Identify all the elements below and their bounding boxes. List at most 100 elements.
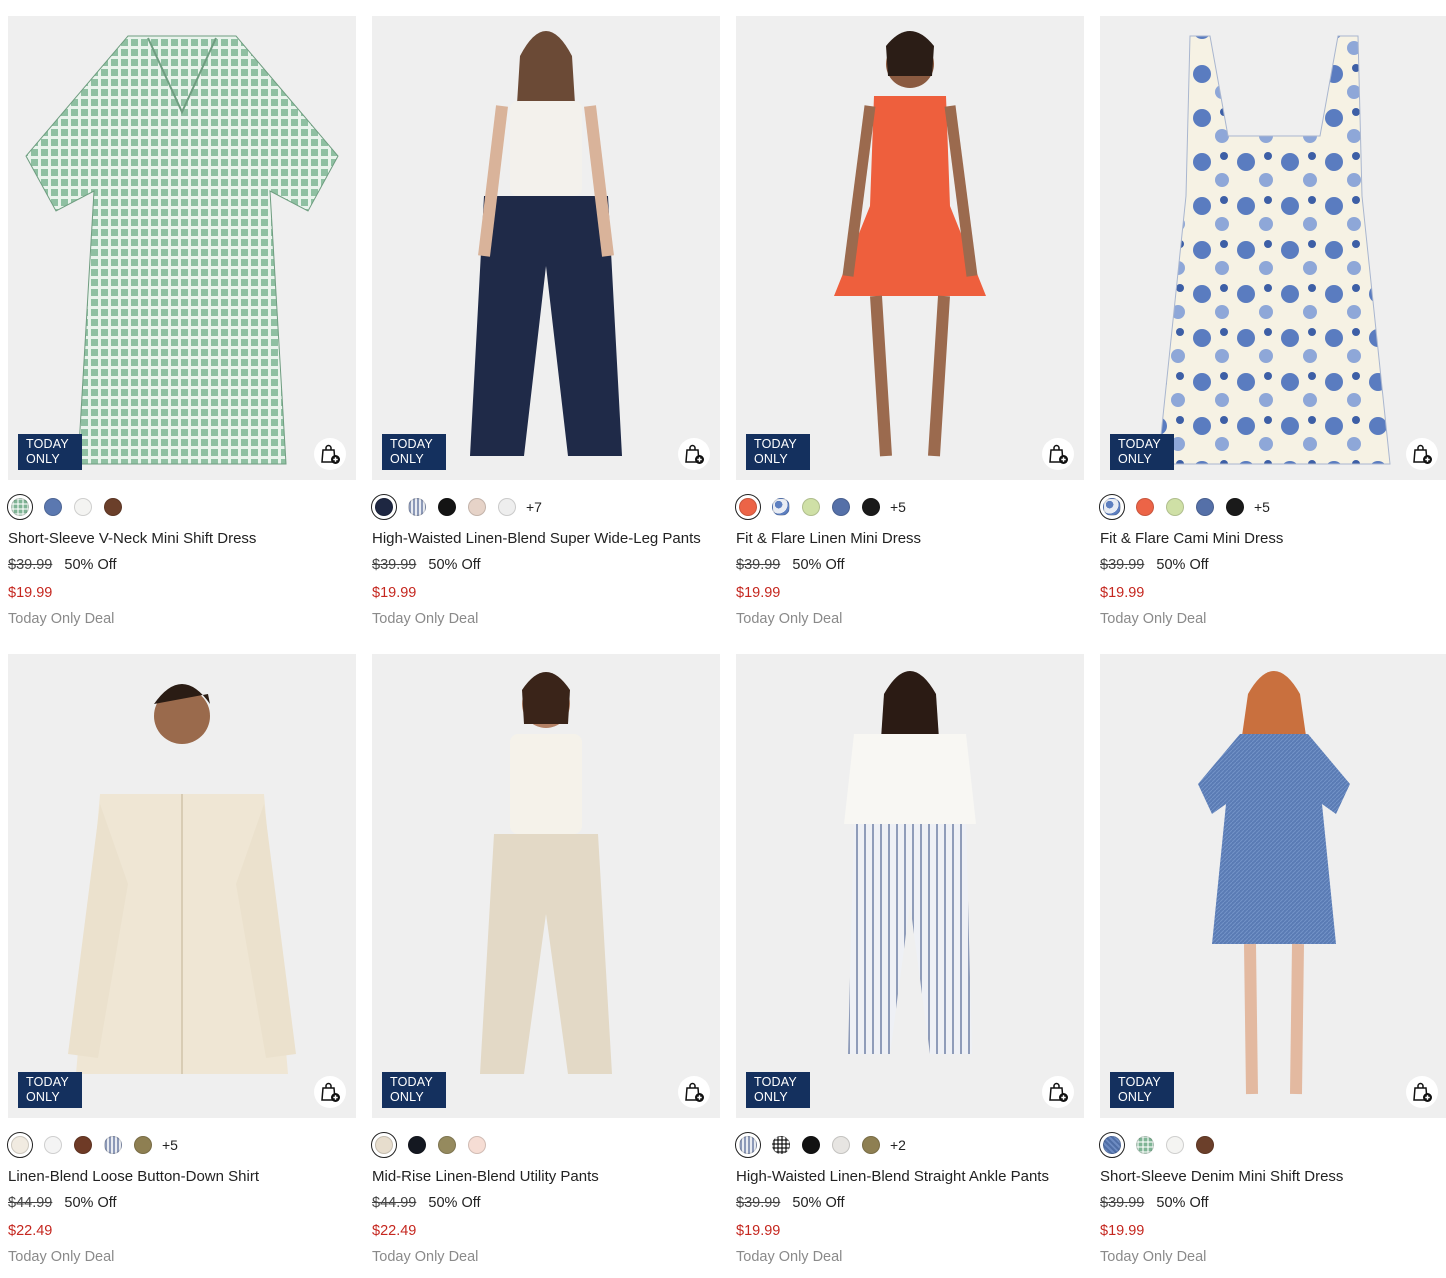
color-swatch[interactable] <box>438 1136 456 1154</box>
product-image[interactable]: TODAY ONLY <box>372 654 720 1118</box>
color-swatch[interactable] <box>7 494 33 520</box>
add-to-bag-button[interactable] <box>1406 438 1438 470</box>
color-swatch[interactable] <box>438 498 456 516</box>
color-swatch[interactable] <box>1166 498 1184 516</box>
more-colors-count[interactable]: +5 <box>162 1137 178 1153</box>
more-colors-count[interactable]: +2 <box>890 1137 906 1153</box>
color-swatch[interactable] <box>772 498 790 516</box>
color-swatch[interactable] <box>74 1136 92 1154</box>
today-only-badge: TODAY ONLY <box>382 434 446 470</box>
color-swatch[interactable] <box>1136 1136 1154 1154</box>
color-swatch[interactable] <box>832 498 850 516</box>
product-image[interactable]: TODAY ONLY <box>736 654 1084 1118</box>
deal-label: Today Only Deal <box>1100 611 1207 627</box>
discount-label: 50% Off <box>792 557 845 573</box>
shopping-bag-plus-icon <box>1413 1082 1432 1102</box>
color-swatch[interactable] <box>408 498 426 516</box>
color-swatch[interactable] <box>104 1136 122 1154</box>
color-swatch[interactable] <box>371 1132 397 1158</box>
add-to-bag-button[interactable] <box>678 438 710 470</box>
color-swatch[interactable] <box>772 1136 790 1154</box>
color-swatch[interactable] <box>1166 1136 1184 1154</box>
add-to-bag-button[interactable] <box>1042 1076 1074 1108</box>
color-swatch[interactable] <box>408 1136 426 1154</box>
original-price: $44.99 <box>372 1195 417 1211</box>
deal-label: Today Only Deal <box>8 1249 115 1265</box>
add-to-bag-button[interactable] <box>314 438 346 470</box>
color-swatch[interactable] <box>1136 498 1154 516</box>
product-photo <box>1157 35 1391 465</box>
product-card[interactable]: TODAY ONLY +7 High-Waisted Linen-Blend S… <box>371 16 720 629</box>
more-colors-count[interactable]: +5 <box>1254 499 1270 515</box>
today-only-badge: TODAY ONLY <box>18 434 82 470</box>
product-image[interactable]: TODAY ONLY <box>372 16 720 480</box>
add-to-bag-button[interactable] <box>1406 1076 1438 1108</box>
product-name[interactable]: Mid-Rise Linen-Blend Utility Pants <box>372 1166 720 1188</box>
product-image[interactable]: TODAY ONLY <box>1100 654 1446 1118</box>
more-colors-count[interactable]: +5 <box>890 499 906 515</box>
badge-line-2: ONLY <box>390 452 424 466</box>
product-card[interactable]: TODAY ONLY +5 Fit & Flare Linen Mini Dre… <box>735 16 1084 629</box>
color-swatch[interactable] <box>44 1136 62 1154</box>
color-swatch[interactable] <box>1196 1136 1214 1154</box>
product-name[interactable]: Short-Sleeve Denim Mini Shift Dress <box>1100 1166 1446 1188</box>
product-card[interactable]: TODAY ONLY +5 Fit & Flare Cami Mini Dres… <box>1099 16 1446 629</box>
original-price: $39.99 <box>736 557 781 573</box>
product-photo <box>25 35 339 465</box>
color-swatches: +7 <box>371 491 720 523</box>
add-to-bag-button[interactable] <box>314 1076 346 1108</box>
more-colors-count[interactable]: +7 <box>526 499 542 515</box>
product-name[interactable]: Fit & Flare Linen Mini Dress <box>736 528 1084 550</box>
color-swatch[interactable] <box>468 1136 486 1154</box>
color-swatch[interactable] <box>1226 498 1244 516</box>
color-swatch[interactable] <box>134 1136 152 1154</box>
product-name[interactable]: Short-Sleeve V-Neck Mini Shift Dress <box>8 528 356 550</box>
color-swatch[interactable] <box>1196 498 1214 516</box>
color-swatch[interactable] <box>468 498 486 516</box>
color-swatch[interactable] <box>1099 1132 1125 1158</box>
color-swatch[interactable] <box>104 498 122 516</box>
color-swatch[interactable] <box>862 498 880 516</box>
product-card[interactable]: TODAY ONLY Short-Sleeve V-Neck Mini Shif… <box>7 16 356 629</box>
product-image[interactable]: TODAY ONLY <box>1100 16 1446 480</box>
product-image[interactable]: TODAY ONLY <box>8 16 356 480</box>
product-name[interactable]: Fit & Flare Cami Mini Dress <box>1100 528 1446 550</box>
product-card[interactable]: TODAY ONLY Mid-Rise Linen-Blend Utility … <box>371 654 720 1267</box>
deal-label: Today Only Deal <box>736 611 843 627</box>
color-swatch[interactable] <box>802 498 820 516</box>
sale-price: $19.99 <box>372 585 417 601</box>
add-to-bag-button[interactable] <box>1042 438 1074 470</box>
badge-line-1: TODAY <box>26 1075 69 1089</box>
product-name[interactable]: High-Waisted Linen-Blend Straight Ankle … <box>736 1166 1084 1188</box>
color-swatch[interactable] <box>498 498 516 516</box>
product-card[interactable]: TODAY ONLY +2 High-Waisted Linen-Blend S… <box>735 654 1084 1267</box>
color-swatches <box>371 1129 720 1161</box>
product-name[interactable]: High-Waisted Linen-Blend Super Wide-Leg … <box>372 528 720 550</box>
original-price: $39.99 <box>8 557 53 573</box>
deal-label: Today Only Deal <box>372 1249 479 1265</box>
product-card[interactable]: TODAY ONLY Short-Sleeve Denim Mini Shift… <box>1099 654 1446 1267</box>
color-swatch[interactable] <box>44 498 62 516</box>
badge-line-1: TODAY <box>390 437 433 451</box>
product-name[interactable]: Linen-Blend Loose Button-Down Shirt <box>8 1166 356 1188</box>
price-row: $44.99 50% Off <box>372 1193 720 1213</box>
product-card[interactable]: TODAY ONLY +5 Linen-Blend Loose Button-D… <box>7 654 356 1267</box>
color-swatch[interactable] <box>735 1132 761 1158</box>
color-swatch[interactable] <box>74 498 92 516</box>
color-swatch[interactable] <box>7 1132 33 1158</box>
product-image[interactable]: TODAY ONLY <box>736 16 1084 480</box>
product-image[interactable]: TODAY ONLY <box>8 654 356 1118</box>
add-to-bag-button[interactable] <box>678 1076 710 1108</box>
product-photo <box>834 31 986 457</box>
color-swatch[interactable] <box>1099 494 1125 520</box>
today-only-badge: TODAY ONLY <box>382 1072 446 1108</box>
sale-price: $19.99 <box>736 585 781 601</box>
color-swatch[interactable] <box>735 494 761 520</box>
color-swatch[interactable] <box>862 1136 880 1154</box>
color-swatch[interactable] <box>371 494 397 520</box>
color-swatch[interactable] <box>802 1136 820 1154</box>
badge-line-1: TODAY <box>754 1075 797 1089</box>
original-price: $39.99 <box>1100 557 1145 573</box>
color-swatch[interactable] <box>832 1136 850 1154</box>
product-photo <box>68 684 296 1074</box>
